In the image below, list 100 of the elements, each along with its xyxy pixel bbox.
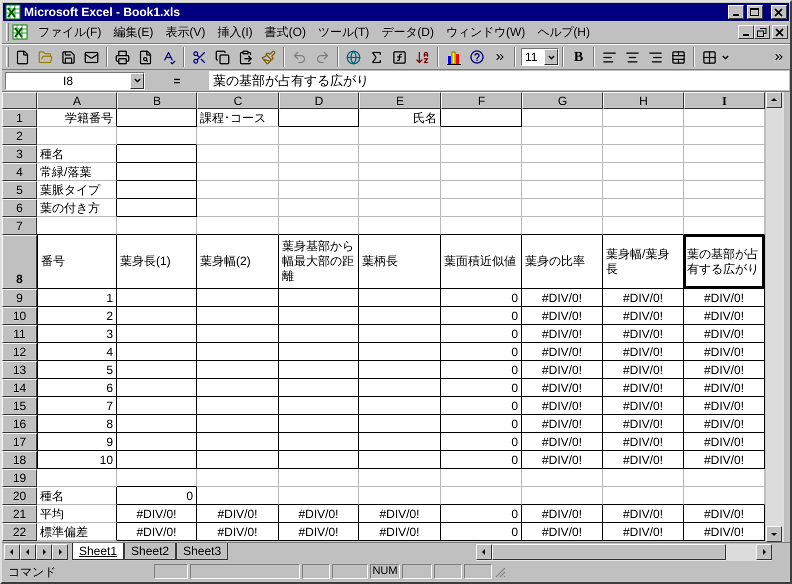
next-sheet-button[interactable]	[36, 544, 52, 560]
sheet-cell[interactable]: #DIV/0!	[684, 379, 765, 397]
row-header[interactable]: 18	[2, 451, 37, 469]
sheet-cell[interactable]: #DIV/0!	[684, 325, 765, 343]
empty-cell[interactable]	[197, 289, 279, 307]
empty-cell[interactable]	[359, 379, 441, 397]
sheet-cell[interactable]: #DIV/0!	[603, 307, 684, 325]
sheet-cell[interactable]: #DIV/0!	[279, 505, 359, 523]
sheet-cell[interactable]: 氏名	[359, 109, 441, 127]
empty-cell[interactable]	[197, 451, 279, 469]
empty-cell[interactable]	[359, 307, 441, 325]
sheet-cell[interactable]: 0	[441, 397, 522, 415]
row-header[interactable]: 22	[2, 523, 37, 541]
sheet-cell[interactable]: #DIV/0!	[603, 379, 684, 397]
chart-icon[interactable]	[446, 50, 462, 64]
empty-cell[interactable]	[117, 433, 197, 451]
sheet-cell[interactable]: 9	[37, 433, 117, 451]
sheet-cell[interactable]: 葉柄長	[359, 235, 441, 289]
sheet-cell[interactable]: 3	[37, 325, 117, 343]
row-header[interactable]: 3	[2, 145, 37, 163]
empty-cell[interactable]	[279, 451, 359, 469]
column-header[interactable]: D	[279, 92, 359, 109]
menu-item[interactable]: 表示(V)	[159, 23, 212, 41]
dropdown-button[interactable]	[130, 72, 144, 88]
empty-cell[interactable]	[279, 325, 359, 343]
empty-cell[interactable]	[117, 181, 197, 199]
sheet-cell[interactable]: #DIV/0!	[684, 433, 765, 451]
sheet-cell[interactable]: 葉の付き方	[37, 199, 117, 217]
merge-icon[interactable]	[671, 50, 686, 64]
empty-cell[interactable]	[359, 415, 441, 433]
empty-cell[interactable]	[279, 109, 359, 127]
sheet-cell[interactable]: 種名	[37, 145, 117, 163]
sheet-cell[interactable]: #DIV/0!	[684, 451, 765, 469]
sort-icon[interactable]	[415, 50, 430, 64]
empty-cell[interactable]	[117, 343, 197, 361]
sheet-cell[interactable]: 葉面積近似値	[441, 235, 522, 289]
empty-cell[interactable]	[197, 361, 279, 379]
sheet-cell[interactable]: 6	[37, 379, 117, 397]
sheet-cell[interactable]: #DIV/0!	[684, 505, 765, 523]
empty-cell[interactable]	[197, 307, 279, 325]
sheet-cell[interactable]: 0	[441, 505, 522, 523]
empty-cell[interactable]	[117, 199, 197, 217]
empty-cell[interactable]	[197, 433, 279, 451]
minimize-button[interactable]	[728, 5, 744, 19]
empty-cell[interactable]	[279, 289, 359, 307]
minimize-button[interactable]	[738, 25, 754, 39]
sheet-cell[interactable]: 8	[37, 415, 117, 433]
sheet-cell[interactable]: #DIV/0!	[522, 397, 603, 415]
sheet-cell[interactable]: 0	[441, 415, 522, 433]
empty-cell[interactable]	[117, 397, 197, 415]
help-icon[interactable]	[468, 49, 484, 65]
sheet-cell[interactable]: #DIV/0!	[684, 307, 765, 325]
empty-cell[interactable]	[197, 415, 279, 433]
mail-icon[interactable]	[84, 50, 99, 64]
row-header[interactable]: 2	[2, 127, 37, 145]
column-header[interactable]: G	[522, 92, 603, 109]
sheet-cell[interactable]: 種名	[37, 487, 117, 505]
sheet-cell[interactable]: 0	[441, 289, 522, 307]
column-header[interactable]: E	[359, 92, 441, 109]
name-box[interactable]: I8	[5, 72, 145, 90]
function-icon[interactable]	[392, 50, 407, 64]
sheet-cell[interactable]: #DIV/0!	[522, 415, 603, 433]
resize-grip-icon[interactable]	[494, 566, 506, 578]
empty-cell[interactable]	[279, 343, 359, 361]
empty-cell[interactable]	[279, 379, 359, 397]
sheet-cell[interactable]: 0	[441, 451, 522, 469]
font-size-field[interactable]: 11	[521, 48, 559, 66]
sheet-tab[interactable]: Sheet2	[124, 543, 176, 560]
row-header[interactable]: 12	[2, 343, 37, 361]
column-header[interactable]: A	[37, 92, 117, 109]
sheet-cell[interactable]: 10	[37, 451, 117, 469]
empty-cell[interactable]	[117, 109, 197, 127]
menu-item[interactable]: 編集(E)	[107, 23, 160, 41]
sheet-cell[interactable]: 葉身の比率	[522, 235, 603, 289]
print-icon[interactable]	[115, 50, 130, 64]
sheet-cell[interactable]: #DIV/0!	[117, 505, 197, 523]
sheet-cell[interactable]: #DIV/0!	[684, 361, 765, 379]
paintbrush-icon[interactable]	[261, 50, 276, 64]
empty-cell[interactable]	[197, 343, 279, 361]
maximize-button[interactable]	[747, 5, 763, 19]
sheet-cell[interactable]: 課程･コース	[197, 109, 279, 127]
sheet-cell[interactable]: 0	[441, 307, 522, 325]
row-header[interactable]: 5	[2, 181, 37, 199]
sheet-cell[interactable]: 葉の基部が占有する広がり	[684, 235, 765, 289]
empty-cell[interactable]	[359, 451, 441, 469]
sheet-cell[interactable]: #DIV/0!	[603, 433, 684, 451]
scroll-right-button[interactable]	[756, 544, 772, 560]
sheet-cell[interactable]: #DIV/0!	[197, 505, 279, 523]
sheet-cell[interactable]: #DIV/0!	[603, 325, 684, 343]
sheet-cell[interactable]: 学籍番号	[37, 109, 117, 127]
column-header[interactable]: H	[603, 92, 684, 109]
column-header[interactable]: F	[441, 92, 522, 109]
sheet-cell[interactable]: 葉身幅/葉身長	[603, 235, 684, 289]
equals-button[interactable]: =	[147, 72, 207, 90]
previous-sheet-button[interactable]	[20, 544, 36, 560]
spelling-icon[interactable]	[161, 50, 176, 64]
sheet-cell[interactable]: 番号	[37, 235, 117, 289]
sheet-cell[interactable]: #DIV/0!	[359, 505, 441, 523]
bold-button[interactable]: B	[567, 46, 590, 68]
new-icon[interactable]	[15, 50, 30, 64]
